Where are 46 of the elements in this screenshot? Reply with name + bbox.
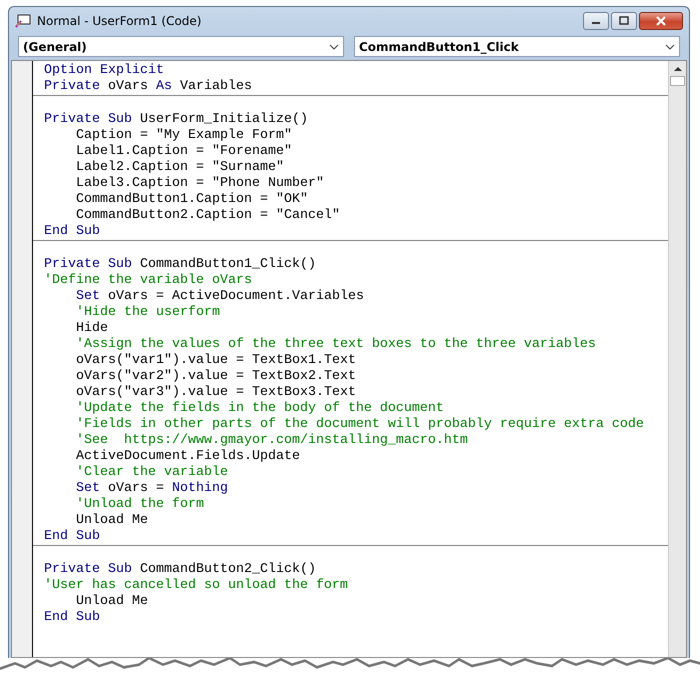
- code-line: 'Assign the values of the three text boxes to the three variables: [75, 337, 597, 353]
- code-line: Label2.Caption = "Surname": [75, 160, 285, 176]
- code-line: Private Sub CommandButton2_Click(): [43, 562, 317, 578]
- code-line: Unload Me: [75, 594, 149, 610]
- chevron-down-icon: [329, 44, 339, 50]
- code-line: Hide: [75, 321, 109, 337]
- code-line: oVars("var1").value = TextBox1.Text: [75, 353, 357, 369]
- code-line: End Sub: [43, 529, 101, 545]
- code-line: oVars("var3").value = TextBox3.Text: [75, 385, 357, 401]
- code-line: 'See https://www.gmayor.com/installing_macro.htm: [75, 433, 469, 449]
- procedure-dropdown[interactable]: CommandButton1_Click: [354, 36, 680, 57]
- chevron-down-icon: [665, 44, 675, 50]
- scroll-up-arrow-icon[interactable]: [674, 66, 682, 70]
- code-window-icon: [15, 14, 31, 28]
- code-line: End Sub: [43, 610, 101, 626]
- code-line: 'Update the fields in the body of the document: [75, 401, 445, 417]
- scroll-thumb[interactable]: [670, 76, 685, 86]
- code-line: oVars("var2").value = TextBox2.Text: [75, 369, 357, 385]
- minimize-button[interactable]: [583, 12, 609, 30]
- code-line: 'Unload the form: [75, 497, 205, 513]
- code-line: Caption = "My Example Form": [75, 128, 293, 144]
- code-line: Private Sub CommandButton1_Click(): [43, 257, 317, 273]
- code-line: Unload Me: [75, 513, 149, 529]
- code-line: Label1.Caption = "Forename": [75, 144, 293, 160]
- code-line: Set oVars = ActiveDocument.Variables: [75, 289, 365, 305]
- code-line: CommandButton2.Caption = "Cancel": [75, 208, 341, 224]
- code-line: 'Fields in other parts of the document will probably require extra code: [75, 417, 645, 433]
- close-icon: [655, 16, 667, 26]
- code-line: 'Define the variable oVars: [43, 273, 253, 289]
- close-button[interactable]: [639, 12, 683, 30]
- code-line: Private Sub UserForm_Initialize(): [43, 112, 309, 128]
- object-dropdown[interactable]: (General): [18, 36, 344, 57]
- code-line: 'User has cancelled so unload the form: [43, 578, 349, 594]
- code-line: Label3.Caption = "Phone Number": [75, 176, 325, 192]
- scrollbar[interactable]: [668, 61, 686, 657]
- code-line: Set oVars = Nothing: [75, 481, 229, 497]
- code-line: End Sub: [43, 224, 101, 240]
- maximize-icon: [619, 16, 629, 25]
- code-line: ActiveDocument.Fields.Update: [75, 449, 301, 465]
- maximize-button[interactable]: [611, 12, 637, 30]
- code-line: 'Hide the userform: [75, 305, 221, 321]
- code-line: Private oVars As Variables: [43, 79, 253, 95]
- window-title: Normal - UserForm1 (Code): [37, 14, 202, 28]
- code-line: CommandButton1.Caption = "OK": [75, 192, 309, 208]
- code-line: Option Explicit: [43, 63, 165, 79]
- code-line: 'Clear the variable: [75, 465, 229, 481]
